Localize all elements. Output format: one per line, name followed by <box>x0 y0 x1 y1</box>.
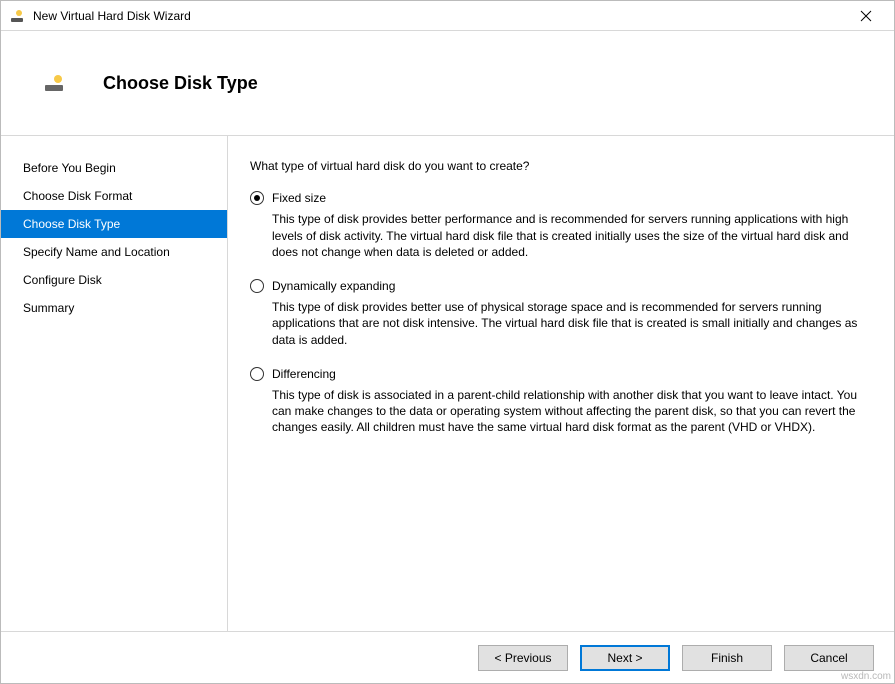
radio-fixed-size[interactable]: Fixed size <box>250 190 866 206</box>
option-description: This type of disk provides better perfor… <box>272 211 866 260</box>
option-description: This type of disk provides better use of… <box>272 299 866 348</box>
sidebar-item-configure-disk[interactable]: Configure Disk <box>1 266 227 294</box>
sidebar-item-choose-disk-type[interactable]: Choose Disk Type <box>1 210 227 238</box>
close-button[interactable] <box>846 1 886 30</box>
option-description: This type of disk is associated in a par… <box>272 387 866 436</box>
sidebar-item-before-you-begin[interactable]: Before You Begin <box>1 154 227 182</box>
option-dynamically-expanding: Dynamically expanding This type of disk … <box>250 278 866 348</box>
option-differencing: Differencing This type of disk is associ… <box>250 366 866 436</box>
cancel-button[interactable]: Cancel <box>784 645 874 671</box>
close-icon <box>860 10 872 22</box>
watermark: wsxdn.com <box>841 671 891 682</box>
radio-differencing[interactable]: Differencing <box>250 366 866 382</box>
wizard-steps-sidebar: Before You Begin Choose Disk Format Choo… <box>1 136 228 631</box>
window-title: New Virtual Hard Disk Wizard <box>33 9 846 23</box>
wizard-window: New Virtual Hard Disk Wizard Choose Disk… <box>0 0 895 684</box>
page-title: Choose Disk Type <box>103 73 258 94</box>
radio-icon <box>250 191 264 205</box>
disk-wizard-icon <box>43 71 67 95</box>
radio-icon <box>250 367 264 381</box>
option-label: Fixed size <box>272 190 326 206</box>
finish-button[interactable]: Finish <box>682 645 772 671</box>
next-button[interactable]: Next > <box>580 645 670 671</box>
sidebar-item-choose-disk-format[interactable]: Choose Disk Format <box>1 182 227 210</box>
wizard-body: Before You Begin Choose Disk Format Choo… <box>1 136 894 631</box>
option-label: Differencing <box>272 366 336 382</box>
wizard-content: What type of virtual hard disk do you wa… <box>228 136 894 631</box>
sidebar-item-summary[interactable]: Summary <box>1 294 227 322</box>
radio-icon <box>250 279 264 293</box>
previous-button[interactable]: < Previous <box>478 645 568 671</box>
content-question: What type of virtual hard disk do you wa… <box>250 158 866 174</box>
wizard-footer: < Previous Next > Finish Cancel <box>1 631 894 683</box>
radio-dynamically-expanding[interactable]: Dynamically expanding <box>250 278 866 294</box>
option-label: Dynamically expanding <box>272 278 395 294</box>
wizard-header: Choose Disk Type <box>1 31 894 136</box>
option-fixed-size: Fixed size This type of disk provides be… <box>250 190 866 260</box>
sidebar-item-specify-name-location[interactable]: Specify Name and Location <box>1 238 227 266</box>
titlebar: New Virtual Hard Disk Wizard <box>1 1 894 31</box>
app-icon <box>9 8 25 24</box>
